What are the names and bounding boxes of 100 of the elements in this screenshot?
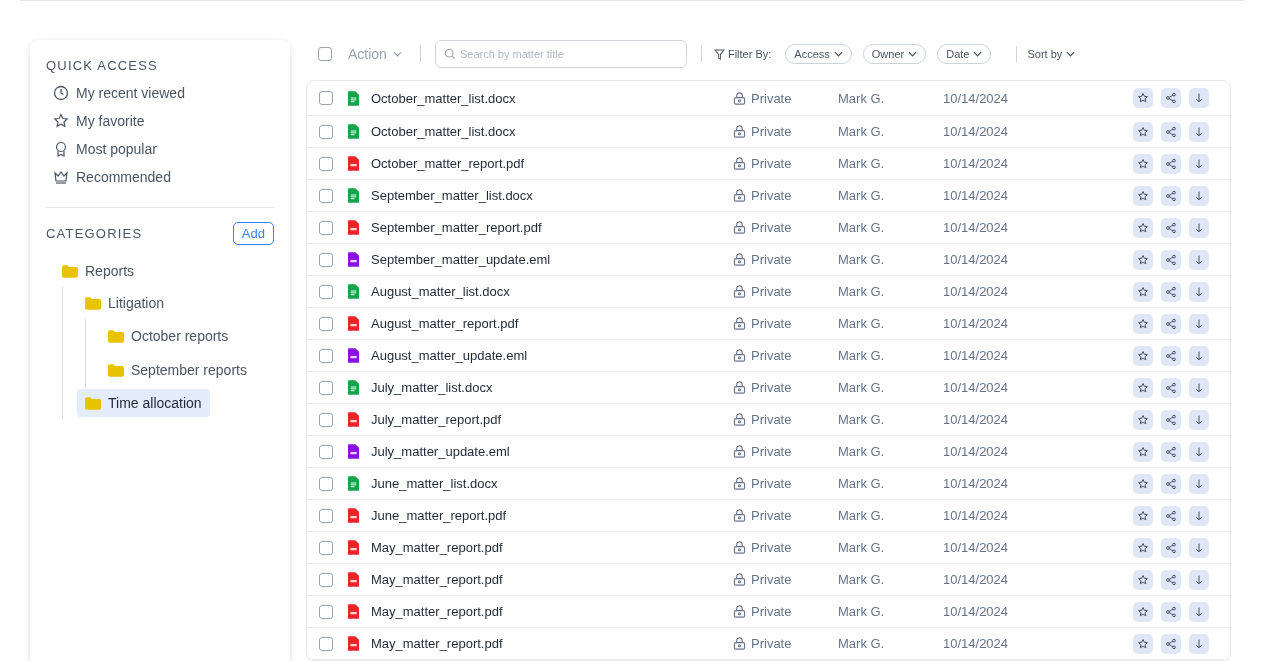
favorite-button[interactable] [1133, 281, 1153, 302]
file-name[interactable]: May_matter_report.pdf [371, 604, 733, 619]
row-checkbox[interactable] [319, 380, 333, 395]
download-button[interactable] [1189, 601, 1209, 622]
favorite-button[interactable] [1133, 217, 1153, 238]
share-button[interactable] [1161, 249, 1181, 270]
share-button[interactable] [1161, 601, 1181, 622]
favorite-button[interactable] [1133, 121, 1153, 142]
favorite-button[interactable] [1133, 537, 1153, 558]
download-button[interactable] [1189, 153, 1209, 174]
download-button[interactable] [1189, 505, 1209, 526]
share-button[interactable] [1161, 313, 1181, 334]
share-button[interactable] [1161, 345, 1181, 366]
favorite-button[interactable] [1133, 601, 1153, 622]
row-checkbox[interactable] [319, 508, 333, 523]
row-checkbox[interactable] [319, 412, 333, 427]
file-name[interactable]: May_matter_report.pdf [371, 572, 733, 587]
favorite-button[interactable] [1133, 345, 1153, 366]
favorite-button[interactable] [1133, 249, 1153, 270]
row-checkbox[interactable] [319, 476, 333, 491]
share-button[interactable] [1161, 377, 1181, 398]
favorite-button[interactable] [1133, 185, 1153, 206]
file-name[interactable]: June_matter_report.pdf [371, 508, 733, 523]
share-button[interactable] [1161, 441, 1181, 462]
file-name[interactable]: October_matter_report.pdf [371, 156, 733, 171]
download-button[interactable] [1189, 377, 1209, 398]
quick-access-item[interactable]: My favorite [46, 107, 274, 135]
favorite-button[interactable] [1133, 441, 1153, 462]
download-button[interactable] [1189, 409, 1209, 430]
row-checkbox[interactable] [319, 572, 333, 587]
folder-item[interactable]: Reports [54, 257, 143, 285]
quick-access-item[interactable]: Most popular [46, 135, 274, 163]
row-checkbox[interactable] [319, 348, 333, 363]
share-button[interactable] [1161, 537, 1181, 558]
share-button[interactable] [1161, 217, 1181, 238]
download-button[interactable] [1189, 473, 1209, 494]
download-button[interactable] [1189, 313, 1209, 334]
row-checkbox[interactable] [319, 444, 333, 459]
file-name[interactable]: August_matter_update.eml [371, 348, 733, 363]
file-name[interactable]: September_matter_update.eml [371, 252, 733, 267]
file-name[interactable]: August_matter_report.pdf [371, 316, 733, 331]
favorite-button[interactable] [1133, 409, 1153, 430]
folder-item[interactable]: October reports [100, 321, 237, 351]
row-checkbox[interactable] [319, 252, 333, 267]
share-button[interactable] [1161, 633, 1181, 654]
favorite-button[interactable] [1133, 505, 1153, 526]
search-field[interactable]: Search by matter title [434, 40, 687, 68]
add-button[interactable]: Add [232, 222, 274, 245]
sort-dropdown[interactable]: Sort by [1027, 48, 1076, 60]
share-button[interactable] [1161, 505, 1181, 526]
share-button[interactable] [1161, 281, 1181, 302]
file-name[interactable]: October_matter_list.docx [371, 124, 733, 139]
folder-item[interactable]: September reports [100, 355, 255, 385]
row-checkbox[interactable] [319, 124, 333, 139]
favorite-button[interactable] [1133, 569, 1153, 590]
share-button[interactable] [1161, 121, 1181, 142]
favorite-button[interactable] [1133, 377, 1153, 398]
share-button[interactable] [1161, 473, 1181, 494]
file-name[interactable]: September_matter_list.docx [371, 188, 733, 203]
download-button[interactable] [1189, 121, 1209, 142]
select-all-checkbox[interactable] [318, 47, 332, 61]
favorite-button[interactable] [1133, 153, 1153, 174]
row-checkbox[interactable] [319, 220, 333, 235]
row-checkbox[interactable] [319, 316, 333, 331]
download-button[interactable] [1189, 537, 1209, 558]
file-name[interactable]: June_matter_list.docx [371, 476, 733, 491]
filter-dropdown[interactable]: Owner [862, 44, 927, 64]
download-button[interactable] [1189, 217, 1209, 238]
download-button[interactable] [1189, 569, 1209, 590]
file-name[interactable]: August_matter_list.docx [371, 284, 733, 299]
row-checkbox[interactable] [319, 284, 333, 299]
quick-access-item[interactable]: Recommended [46, 163, 274, 191]
download-button[interactable] [1189, 441, 1209, 462]
favorite-button[interactable] [1133, 88, 1153, 108]
favorite-button[interactable] [1133, 473, 1153, 494]
row-checkbox[interactable] [319, 156, 333, 171]
row-checkbox[interactable] [319, 604, 333, 619]
download-button[interactable] [1189, 281, 1209, 302]
filter-dropdown[interactable]: Date [937, 44, 992, 64]
favorite-button[interactable] [1133, 633, 1153, 654]
file-name[interactable]: May_matter_report.pdf [371, 540, 733, 555]
share-button[interactable] [1161, 409, 1181, 430]
file-name[interactable]: July_matter_report.pdf [371, 412, 733, 427]
download-button[interactable] [1189, 345, 1209, 366]
share-button[interactable] [1161, 569, 1181, 590]
row-checkbox[interactable] [319, 91, 333, 105]
file-name[interactable]: October_matter_list.docx [371, 90, 733, 106]
download-button[interactable] [1189, 88, 1209, 108]
quick-access-item[interactable]: My recent viewed [46, 79, 274, 107]
row-checkbox[interactable] [319, 636, 333, 651]
download-button[interactable] [1189, 249, 1209, 270]
share-button[interactable] [1161, 88, 1181, 108]
folder-item[interactable]: Time allocation [77, 389, 210, 417]
file-name[interactable]: September_matter_report.pdf [371, 220, 733, 235]
file-name[interactable]: May_matter_report.pdf [371, 636, 733, 651]
download-button[interactable] [1189, 633, 1209, 654]
row-checkbox[interactable] [319, 540, 333, 555]
file-name[interactable]: July_matter_update.eml [371, 444, 733, 459]
favorite-button[interactable] [1133, 313, 1153, 334]
folder-item[interactable]: Litigation [77, 289, 173, 317]
